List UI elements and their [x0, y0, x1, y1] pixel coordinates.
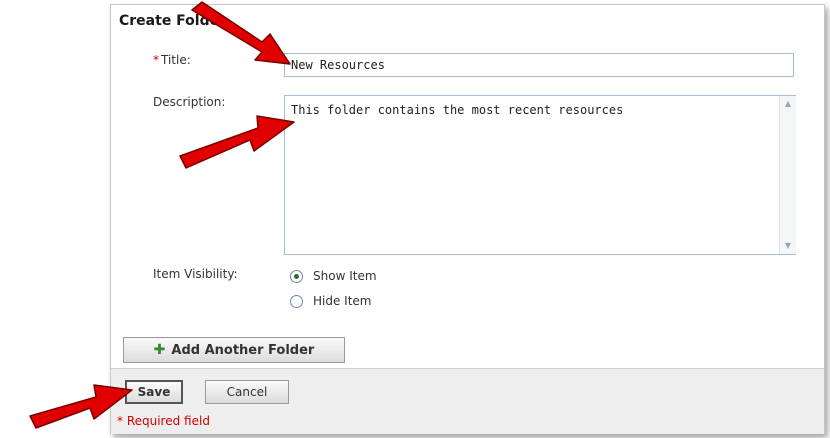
form-footer: Save Cancel * Required field [111, 368, 824, 434]
radio-selected-icon[interactable] [290, 269, 303, 283]
description-scrollbar[interactable]: ▲ ▼ [779, 96, 796, 254]
title-input[interactable] [284, 53, 794, 77]
scroll-down-icon[interactable]: ▼ [783, 241, 793, 251]
description-label: Description: [153, 95, 226, 109]
cancel-button[interactable]: Cancel [205, 380, 289, 404]
radio-unselected-icon[interactable] [290, 294, 303, 308]
title-label-text: Title: [161, 53, 191, 67]
visibility-label: Item Visibility: [153, 267, 238, 281]
create-folder-panel: Create Folder *Title: Description: This … [110, 4, 825, 434]
radio-hide-item[interactable]: Hide Item [290, 294, 372, 308]
scroll-up-icon[interactable]: ▲ [783, 99, 793, 109]
save-button[interactable]: Save [125, 380, 183, 404]
title-label: * Title: [153, 53, 191, 67]
add-another-folder-button[interactable]: ✚ Add Another Folder [123, 337, 345, 363]
required-mark: * [153, 53, 159, 67]
radio-show-item-label: Show Item [313, 269, 377, 283]
required-field-note: * Required field [117, 414, 210, 428]
radio-show-item[interactable]: Show Item [290, 269, 377, 283]
radio-hide-item-label: Hide Item [313, 294, 372, 308]
panel-title: Create Folder [119, 13, 227, 29]
add-another-folder-label: Add Another Folder [171, 342, 315, 358]
description-textarea[interactable]: This folder contains the most recent res… [284, 95, 796, 255]
plus-icon: ✚ [153, 342, 166, 358]
